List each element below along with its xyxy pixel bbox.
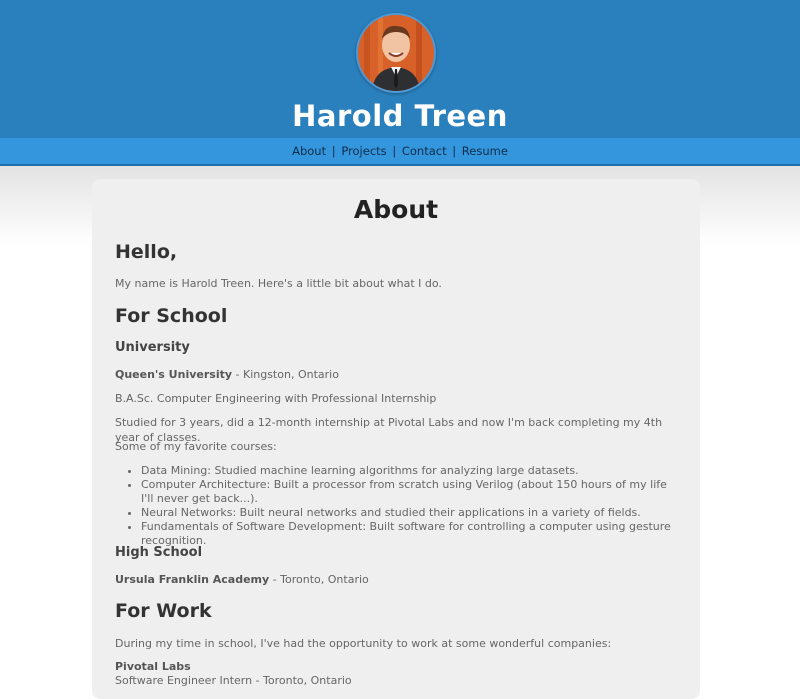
hello-heading: Hello, <box>115 241 178 263</box>
nav-bar: About | Projects | Contact | Resume <box>0 138 800 166</box>
university-line: Queen's University - Kingston, Ontario <box>115 367 677 382</box>
highschool-heading: High School <box>115 545 203 560</box>
work-heading: For Work <box>115 600 212 622</box>
intro-text: My name is Harold Treen. Here's a little… <box>115 277 442 290</box>
work-intro: During my time in school, I've had the o… <box>115 637 612 650</box>
job-company: Pivotal Labs <box>115 659 677 674</box>
nav-separator: | <box>392 144 397 158</box>
courses-intro: Some of my favorite courses: <box>115 440 277 453</box>
about-card: About Hello, My name is Harold Treen. He… <box>92 179 700 699</box>
list-item: Neural Networks: Built neural networks a… <box>141 506 677 520</box>
list-item: Data Mining: Studied machine learning al… <box>141 464 677 478</box>
list-item: Computer Architecture: Built a processor… <box>141 478 677 506</box>
nav-link-about[interactable]: About <box>292 144 326 158</box>
site-header: Harold Treen <box>0 0 800 138</box>
nav-link-projects[interactable]: Projects <box>341 144 386 158</box>
school-heading: For School <box>115 305 228 327</box>
list-item: Fundamentals of Software Development: Bu… <box>141 520 677 548</box>
degree-text: B.A.Sc. Computer Engineering with Profes… <box>115 392 437 405</box>
university-location: - Kingston, Ontario <box>232 368 339 381</box>
page-title: About <box>353 195 439 224</box>
site-title: Harold Treen <box>292 99 508 133</box>
university-heading: University <box>115 340 190 355</box>
avatar <box>356 13 436 93</box>
highschool-line: Ursula Franklin Academy - Toronto, Ontar… <box>115 572 677 587</box>
highschool-name: Ursula Franklin Academy <box>115 573 270 586</box>
job-title: Software Engineer Intern - Toronto, Onta… <box>115 674 352 687</box>
highschool-location: - Toronto, Ontario <box>269 573 369 586</box>
nav-separator: | <box>452 144 457 158</box>
university-name: Queen's University <box>115 368 233 381</box>
nav-link-resume[interactable]: Resume <box>462 144 508 158</box>
nav-separator: | <box>331 144 336 158</box>
job-company-name: Pivotal Labs <box>115 660 191 673</box>
courses-list: Data Mining: Studied machine learning al… <box>115 464 677 548</box>
nav-link-contact[interactable]: Contact <box>402 144 447 158</box>
